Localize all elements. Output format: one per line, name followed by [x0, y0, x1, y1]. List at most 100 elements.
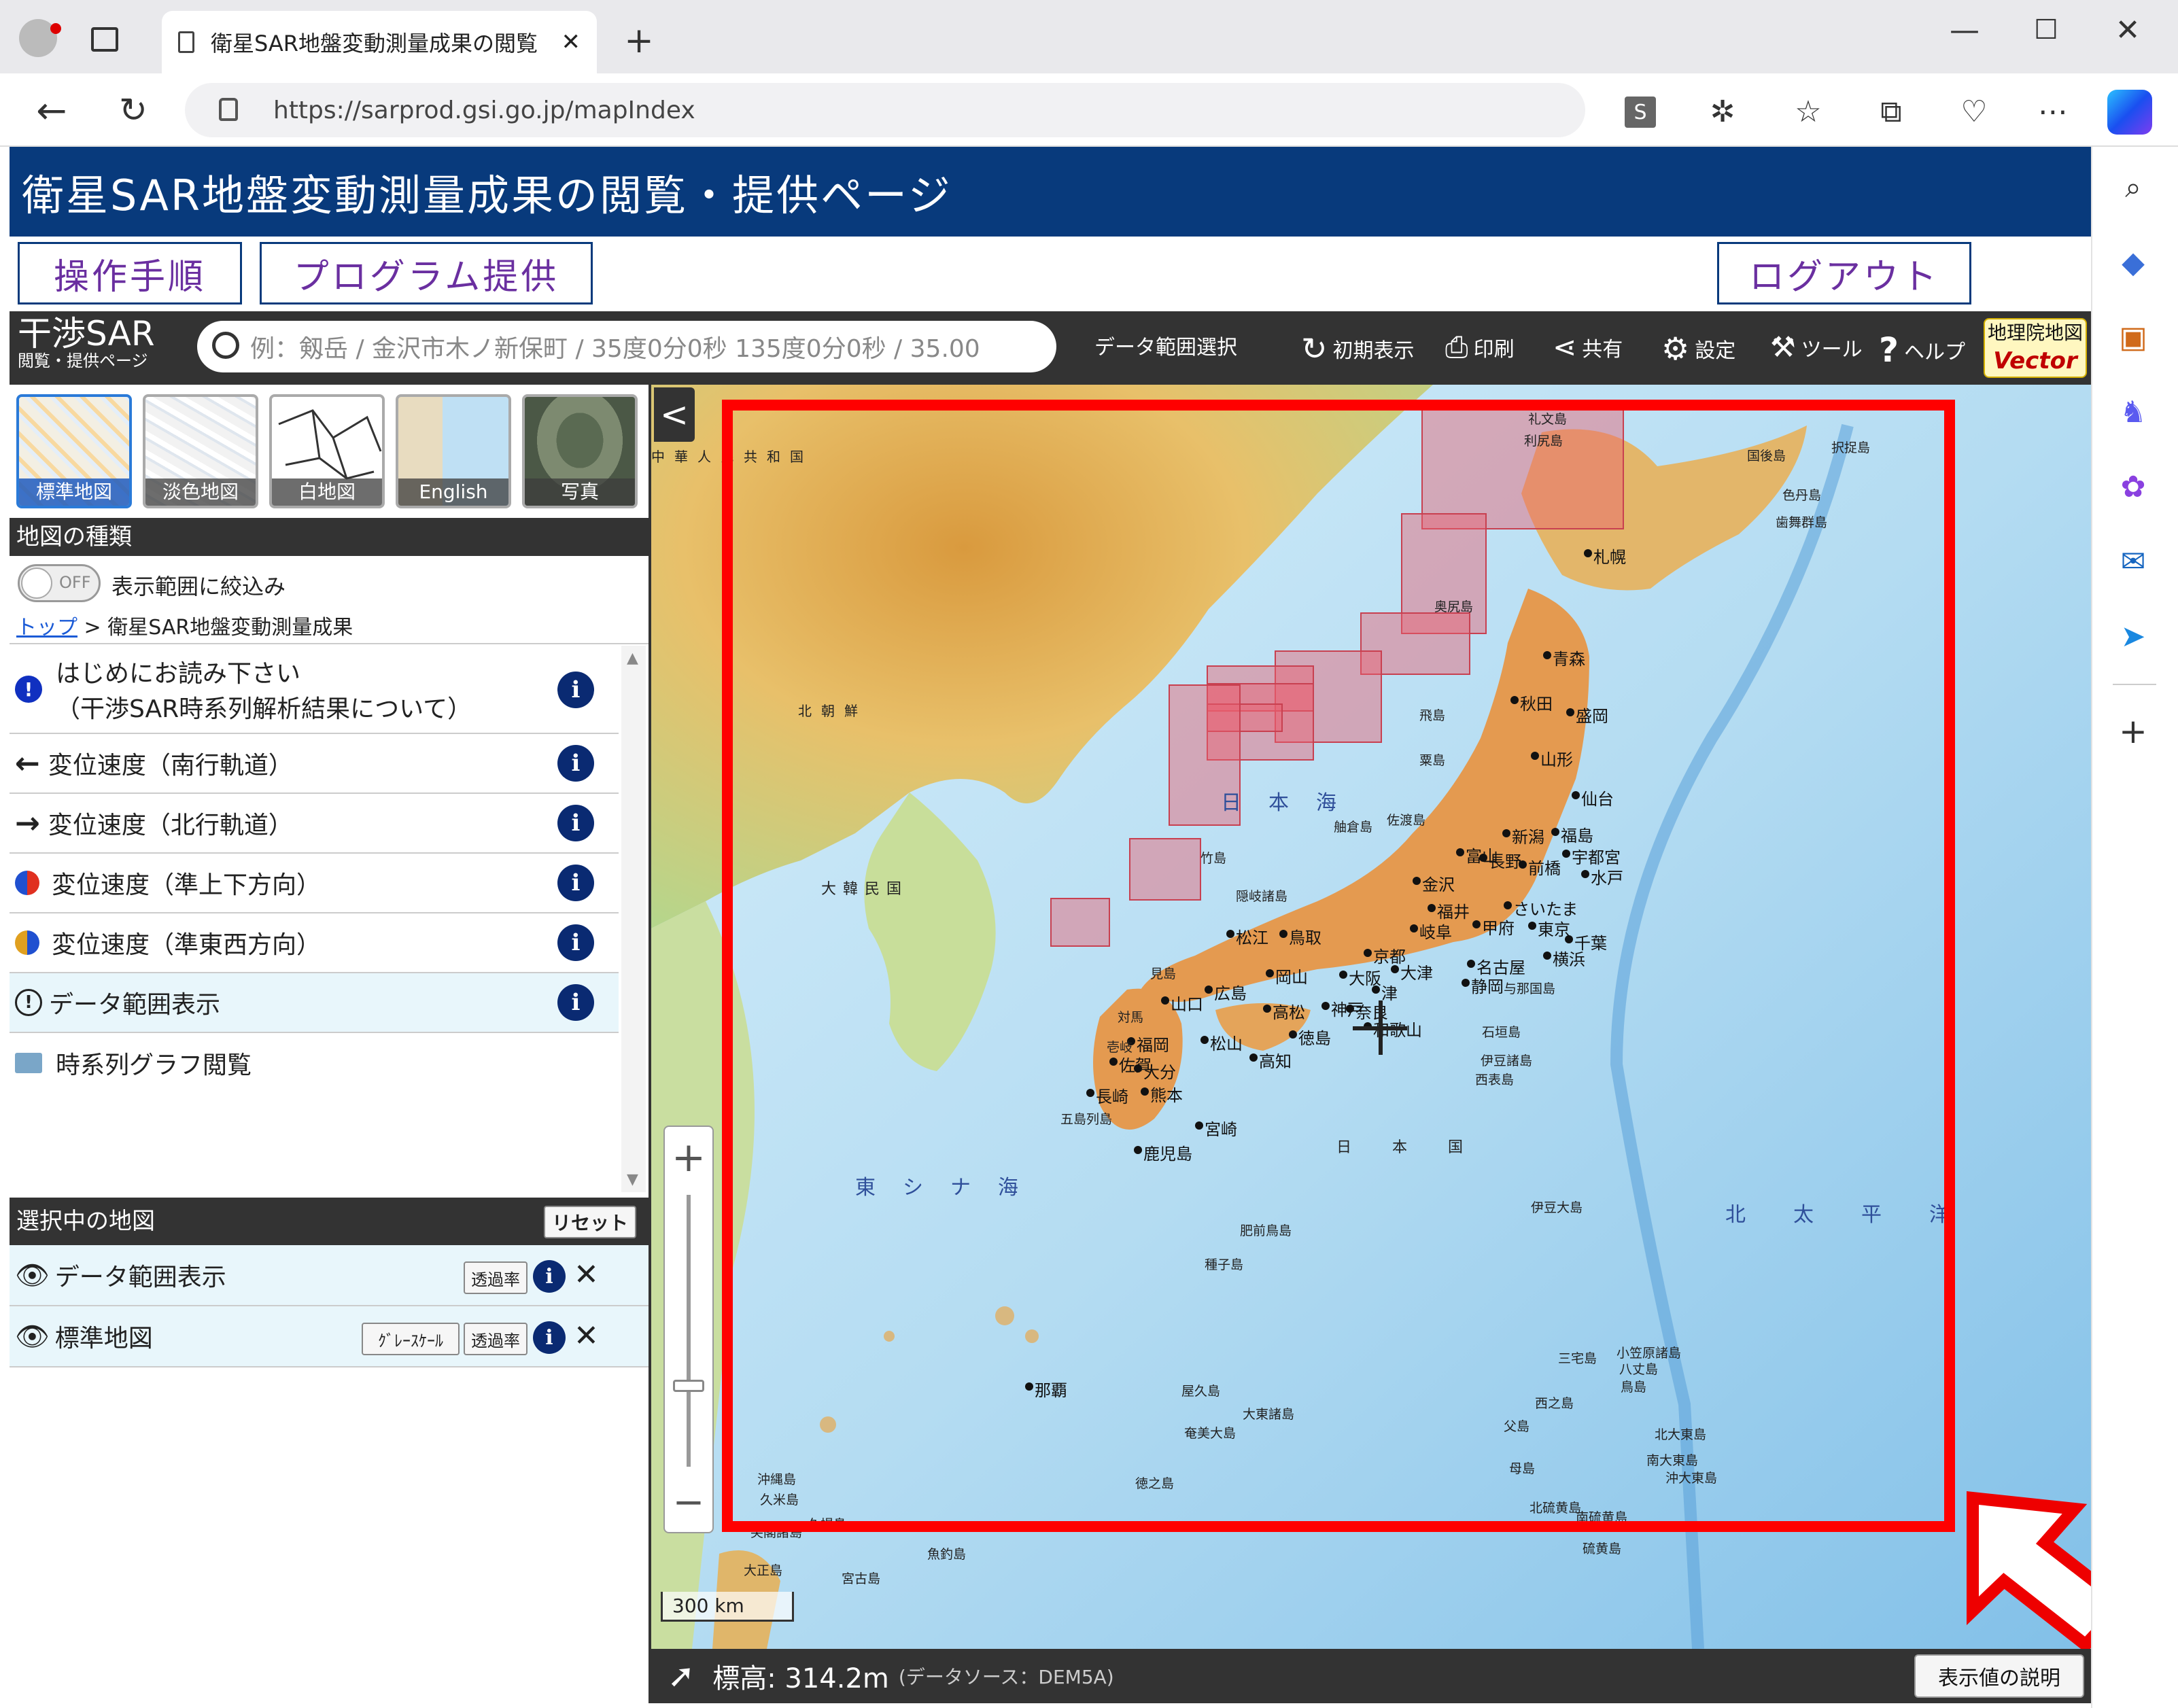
performance-icon[interactable]: ♡	[1954, 91, 1994, 132]
remove-data-range-icon[interactable]: ✕	[574, 1257, 599, 1292]
initial-view-label: 初期表示	[1332, 339, 1415, 363]
help-button[interactable]: ? ヘルプ	[1879, 330, 1965, 370]
info-button-data-range[interactable]: i	[557, 984, 594, 1021]
url-bar[interactable]: https://sarprod.gsi.go.jp/mapIndex	[185, 83, 1585, 137]
reset-button[interactable]: リセット	[544, 1206, 636, 1238]
sidebar-games-icon[interactable]: ♞	[2113, 391, 2154, 432]
layer-list-scrollbar[interactable]: ▲ ▼	[621, 646, 646, 1192]
map-view[interactable]: 中華人民共和国 北朝鮮 大韓民国 日本海 東シナ海 北太平洋 日本国 札幌 青森秋…	[651, 385, 2091, 1649]
sidebar-outlook-icon[interactable]: ✉	[2113, 541, 2154, 582]
layer-timeseries[interactable]: 時系列グラフ閲覧	[10, 1033, 619, 1093]
info-button-selected-range[interactable]: i	[533, 1260, 566, 1293]
tools-button[interactable]: ⚒ ツール	[1770, 330, 1863, 364]
procedure-button[interactable]: 操作手順	[18, 242, 242, 304]
opacity-button-standard[interactable]: 透過率	[464, 1323, 528, 1355]
collapse-panel-button[interactable]: <	[654, 387, 695, 442]
browser-sidebar: ⌕ ◆ ▣ ♞ ✿ ✉ ➤ +	[2091, 147, 2178, 1708]
layer-south-orbit[interactable]: ← 変位速度（南行軌道）	[10, 734, 619, 794]
favorites-icon[interactable]: ☆	[1788, 91, 1829, 132]
browser-tab[interactable]: 衛星SAR地盤変動測量成果の閲覧 ✕	[162, 11, 597, 73]
minimize-icon[interactable]: —	[1944, 10, 1985, 50]
zoom-control: + −	[663, 1126, 714, 1533]
info-button-readme[interactable]: i	[557, 672, 594, 708]
vertical-icon	[15, 871, 39, 895]
extension-s-icon[interactable]: S	[1625, 97, 1656, 128]
eye-icon[interactable]: 👁	[15, 1259, 50, 1291]
sidebar-shopping-icon[interactable]: ◆	[2113, 242, 2154, 283]
place-search-input[interactable]: 例：剱岳 / 金沢市木ノ新保町 / 35度0分0秒 135度0分0秒 / 35.…	[197, 321, 1056, 372]
scale-label: 300 km	[672, 1594, 744, 1617]
sidebar-search-icon[interactable]: ⌕	[2113, 167, 2154, 208]
settings-label: 設定	[1695, 339, 1736, 363]
program-button[interactable]: プログラム提供	[260, 242, 593, 304]
gsi-logo-top: 地理院地図	[1987, 321, 2083, 344]
basemap-pale[interactable]: 淡色地図	[143, 394, 258, 508]
sidebar-m365-icon[interactable]: ✿	[2113, 466, 2154, 507]
layer-data-range[interactable]: ! データ範囲表示	[10, 973, 619, 1033]
info-button-selected-standard[interactable]: i	[533, 1321, 566, 1354]
gsi-vector-logo[interactable]: 地理院地図 Vector	[1984, 318, 2087, 378]
toggle-knob	[21, 568, 52, 599]
app-logo[interactable]: 干渉SAR 閲覧・提供ページ	[18, 315, 155, 370]
search-placeholder: 例：剱岳 / 金沢市木ノ新保町 / 35度0分0秒 135度0分0秒 / 35.…	[250, 335, 980, 363]
maximize-icon[interactable]: ☐	[2026, 10, 2067, 50]
settings-button[interactable]: ⚙ 設定	[1661, 330, 1735, 367]
explain-values-button[interactable]: 表示値の説明	[1914, 1654, 2084, 1698]
scale-bar: 300 km	[661, 1592, 794, 1622]
breadcrumb-separator: >	[84, 616, 101, 640]
logout-button[interactable]: ログアウト	[1717, 242, 1971, 304]
basemap-english[interactable]: English	[396, 394, 511, 508]
print-label: 印刷	[1473, 338, 1515, 362]
basemap-blank-label: 白地図	[272, 478, 382, 506]
back-icon[interactable]: ←	[30, 88, 73, 132]
eye-icon[interactable]: 👁	[15, 1321, 50, 1353]
zoom-out-button[interactable]: −	[665, 1474, 712, 1532]
basemap-photo[interactable]: 写真	[522, 394, 638, 508]
remove-standard-map-icon[interactable]: ✕	[574, 1319, 599, 1353]
info-button-eastwest[interactable]: i	[557, 924, 594, 961]
zoom-in-button[interactable]: +	[665, 1127, 712, 1188]
zoom-handle[interactable]	[673, 1380, 704, 1392]
page-title: 衛星SAR地盤変動測量成果の閲覧・提供ページ	[10, 147, 2091, 237]
sidebar-tools-icon[interactable]: ▣	[2113, 317, 2154, 358]
close-tab-icon[interactable]: ✕	[561, 29, 581, 56]
data-range-select-button[interactable]: データ範囲選択	[1094, 330, 1237, 360]
info-button-vertical[interactable]: i	[557, 865, 594, 901]
refresh-icon[interactable]: ↻	[111, 88, 155, 132]
sidebar-send-icon[interactable]: ➤	[2113, 616, 2154, 657]
initial-view-button[interactable]: ↻ 初期表示	[1301, 330, 1415, 367]
grayscale-button[interactable]: ｸﾞﾚｰｽｹｰﾙ	[362, 1323, 460, 1355]
layer-readme[interactable]: ! はじめにお読み下さい （干渉SAR時系列解析結果について）	[10, 646, 619, 734]
layer-vertical[interactable]: 変位速度（準上下方向）	[10, 854, 619, 913]
collections-icon[interactable]: ⧉	[1871, 91, 1912, 132]
share-label: 共有	[1582, 337, 1623, 362]
scroll-down-icon[interactable]: ▼	[627, 1171, 638, 1188]
zoom-track[interactable]	[687, 1195, 691, 1467]
elevation-arrow-icon: ➚	[668, 1657, 695, 1695]
tab-actions-icon[interactable]	[91, 27, 118, 52]
layer-north-orbit[interactable]: → 変位速度（北行軌道）	[10, 794, 619, 854]
sidebar-add-icon[interactable]: +	[2113, 711, 2154, 752]
new-tab-icon[interactable]: +	[619, 20, 659, 61]
scroll-up-icon[interactable]: ▲	[627, 650, 638, 667]
extensions-icon[interactable]: ✲	[1702, 91, 1743, 132]
info-button-south[interactable]: i	[557, 745, 594, 782]
share-button[interactable]: ⋖ 共有	[1553, 330, 1623, 364]
info-button-north[interactable]: i	[557, 805, 594, 841]
basemap-blank[interactable]: 白地図	[269, 394, 385, 508]
copilot-icon[interactable]	[2107, 90, 2152, 135]
filter-toggle[interactable]: OFF	[18, 564, 101, 602]
layer-north-orbit-label: 変位速度（北行軌道）	[48, 812, 293, 839]
breadcrumb-top-link[interactable]: トップ	[16, 616, 77, 640]
opacity-button-data-range[interactable]: 透過率	[464, 1261, 528, 1294]
layer-readme-line2: （干渉SAR時系列解析結果について）	[56, 695, 472, 723]
lock-icon	[219, 98, 238, 121]
status-bar: ➚ 標高: 314.2m (データソース：DEM5A) 表示値の説明	[651, 1649, 2091, 1703]
toggle-state: OFF	[59, 573, 91, 592]
print-button[interactable]: ⎙ 印刷	[1445, 330, 1515, 364]
layer-eastwest[interactable]: 変位速度（準東西方向）	[10, 913, 619, 973]
logo-sub: 閲覧・提供ページ	[18, 351, 148, 370]
more-icon[interactable]: ⋯	[2033, 91, 2073, 132]
basemap-standard[interactable]: 標準地図	[16, 394, 132, 508]
close-window-icon[interactable]: ✕	[2107, 10, 2148, 50]
